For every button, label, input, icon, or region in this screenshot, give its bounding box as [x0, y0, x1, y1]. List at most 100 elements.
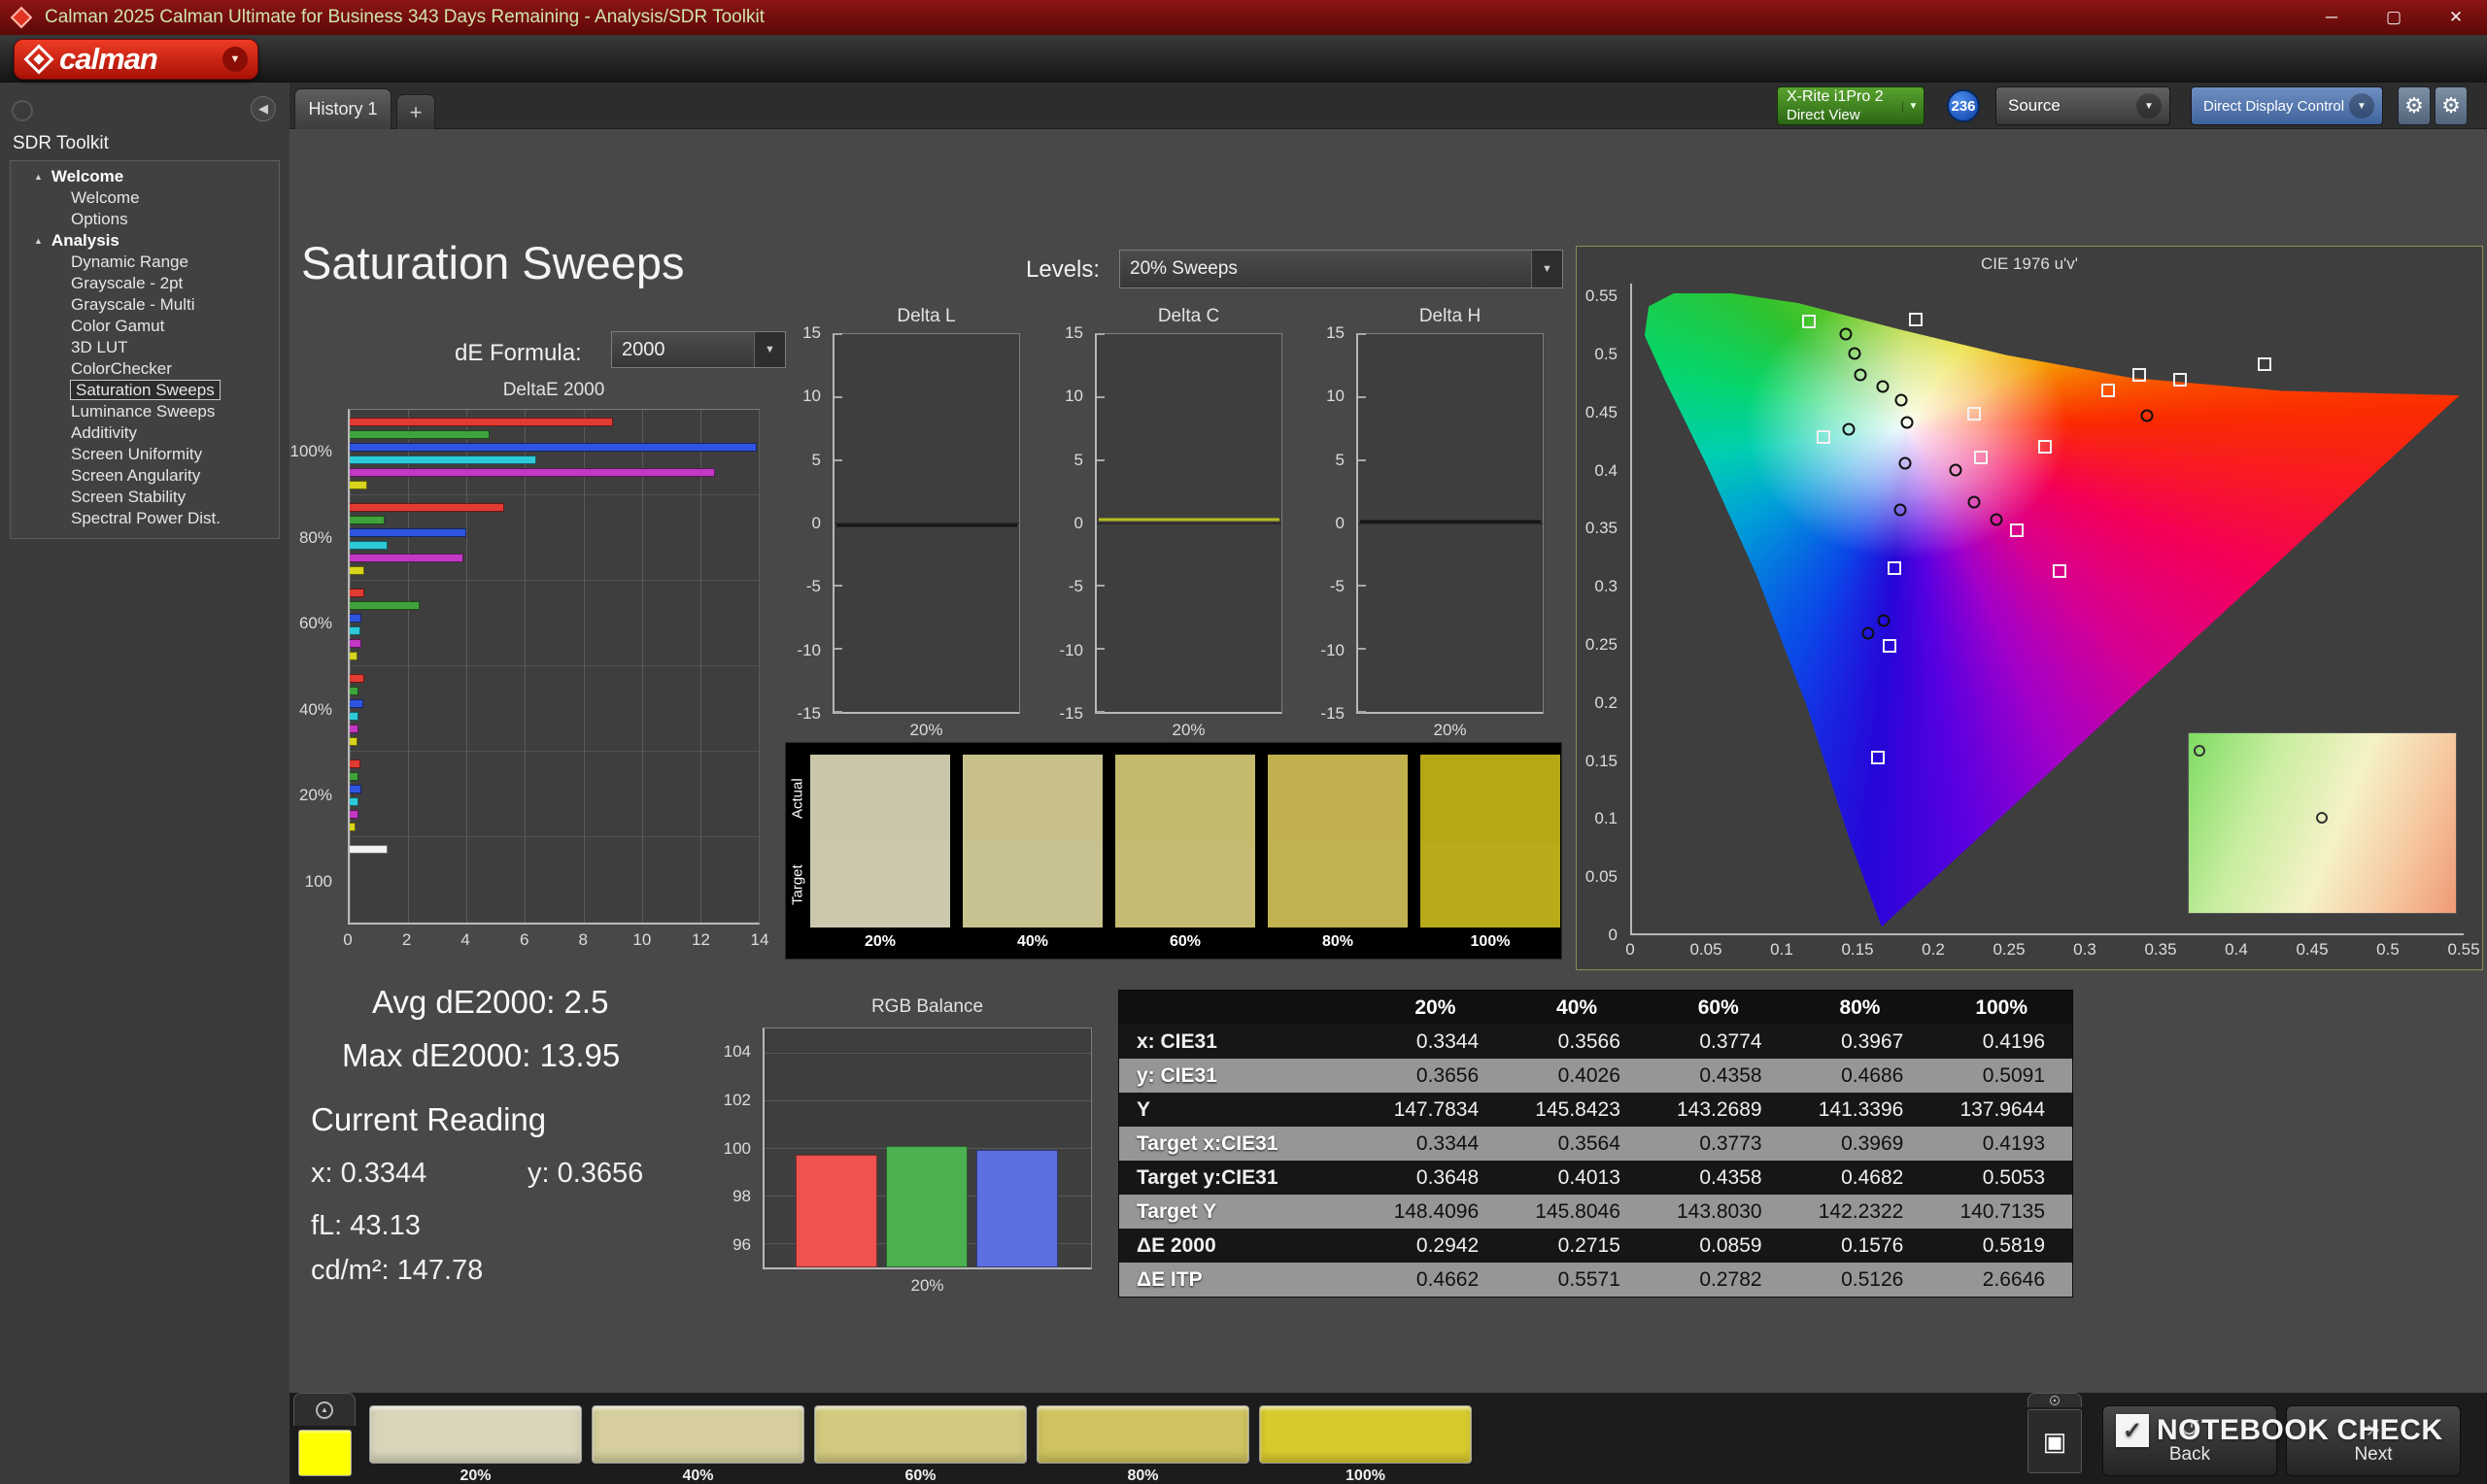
- axis-tick: -5: [1330, 577, 1345, 596]
- add-tab-button[interactable]: +: [396, 94, 435, 129]
- rgb-ylabels: 1041021009896: [704, 1028, 759, 1269]
- nav-popout-button[interactable]: ▲: [2027, 1393, 2082, 1407]
- sidebar-item-grayscale-2pt[interactable]: Grayscale - 2pt: [11, 273, 279, 294]
- cie-title: CIE 1976 u'v': [1577, 254, 2482, 274]
- row-label: ΔE ITP: [1119, 1263, 1364, 1297]
- column-header: 80%: [1789, 991, 1931, 1025]
- de-formula-dropdown[interactable]: 2000 ▼: [611, 331, 786, 368]
- sidebar-item-dynamic-range[interactable]: Dynamic Range: [11, 252, 279, 273]
- cie-measured-point: [1854, 369, 1866, 382]
- axis-tick: 0.25: [1993, 940, 2025, 960]
- sidebar-item-welcome[interactable]: ▲Welcome: [11, 166, 279, 187]
- actual-swatch: [1420, 755, 1560, 842]
- bar-green: [886, 1146, 968, 1267]
- column-header: 60%: [1648, 991, 1789, 1025]
- sidebar-item-welcome[interactable]: Welcome: [11, 187, 279, 209]
- chevron-down-icon: ▼: [222, 47, 248, 72]
- actual-swatch: [1115, 755, 1255, 842]
- sidebar-item-spectral-power-dist[interactable]: Spectral Power Dist.: [11, 508, 279, 529]
- sidebar-item-screen-stability[interactable]: Screen Stability: [11, 487, 279, 508]
- sidebar-item-label: Analysis: [51, 231, 119, 250]
- data-line: [836, 524, 1017, 527]
- display-control-dropdown[interactable]: Direct Display Control ▼: [2191, 86, 2383, 125]
- levels-label: Levels:: [1026, 256, 1100, 284]
- table-cell: 145.8046: [1506, 1195, 1648, 1229]
- measurement-count-badge: 236: [1947, 89, 1980, 122]
- sweep-button-20%[interactable]: [369, 1405, 582, 1464]
- source-dropdown[interactable]: Source ▼: [1995, 86, 2170, 125]
- sidebar-item-options[interactable]: Options: [11, 209, 279, 230]
- axis-tick: 8: [579, 930, 588, 950]
- sidebar-pin-icon[interactable]: [12, 100, 33, 121]
- tab-history-1[interactable]: History 1: [294, 88, 392, 129]
- settings-gear-icon[interactable]: ⚙: [2398, 86, 2431, 125]
- table-row: Target x:CIE310.33440.35640.37730.39690.…: [1119, 1127, 2072, 1161]
- app-icon: [10, 6, 33, 29]
- axis-tick: 0: [343, 930, 352, 950]
- axis-tick: 80%: [299, 528, 332, 548]
- sweep-button-60%[interactable]: [814, 1405, 1027, 1464]
- axis-tick: 100: [305, 872, 332, 892]
- levels-value: 20% Sweeps: [1120, 258, 1238, 280]
- axis-tick: 2: [402, 930, 411, 950]
- sidebar-item-grayscale-multi[interactable]: Grayscale - Multi: [11, 294, 279, 316]
- sidebar-item-screen-angularity[interactable]: Screen Angularity: [11, 465, 279, 487]
- sweep-button-100%[interactable]: [1259, 1405, 1472, 1464]
- sidebar-item-additivity[interactable]: Additivity: [11, 422, 279, 444]
- table-row: x: CIE310.33440.35660.37740.39670.4196: [1119, 1025, 2072, 1059]
- table-cell: 0.4358: [1648, 1161, 1789, 1195]
- table-cell: 0.5053: [1930, 1161, 2072, 1195]
- next-button[interactable]: » Next: [2286, 1405, 2461, 1476]
- sidebar-item-analysis[interactable]: ▲Analysis: [11, 230, 279, 252]
- sidebar-item-label: Screen Stability: [71, 488, 186, 506]
- source-label: Source: [2008, 96, 2061, 116]
- bar-cyan: [350, 626, 360, 635]
- pattern-window-button[interactable]: ▣: [2027, 1409, 2082, 1473]
- back-button[interactable]: ↺ Back: [2102, 1405, 2277, 1476]
- cie-target-point: [1883, 639, 1896, 653]
- sidebar-item-color-gamut[interactable]: Color Gamut: [11, 316, 279, 337]
- axis-tick: 0.4: [1594, 461, 1618, 481]
- close-icon[interactable]: ✕: [2425, 0, 2487, 35]
- sidebar-item-label: Grayscale - Multi: [71, 295, 195, 314]
- axis-tick: 0.25: [1585, 635, 1618, 655]
- axis-tick: 5: [1074, 451, 1083, 470]
- levels-dropdown[interactable]: 20% Sweeps ▼: [1119, 250, 1563, 288]
- meter-device-button[interactable]: X-Rite i1Pro 2 Direct View ▼: [1777, 86, 1925, 125]
- deltae-plot: [348, 409, 760, 925]
- tick-mark: [835, 711, 842, 713]
- sidebar-collapse-button[interactable]: ◀: [251, 96, 276, 121]
- bar-magenta: [350, 810, 358, 819]
- minimize-icon[interactable]: ─: [2300, 0, 2363, 35]
- table-cell: 0.2782: [1648, 1263, 1789, 1297]
- table-cell: 0.1576: [1789, 1229, 1931, 1263]
- sidebar-tree: ▲WelcomeWelcomeOptions▲AnalysisDynamic R…: [10, 160, 280, 539]
- axis-tick: 0.2: [1922, 940, 1945, 960]
- calman-menu-button[interactable]: calman ▼: [14, 39, 258, 80]
- swatch-column: 20%: [810, 743, 950, 959]
- delta-c-title: Delta C: [1095, 306, 1282, 327]
- sweep-button-40%[interactable]: [592, 1405, 804, 1464]
- sidebar-item-screen-uniformity[interactable]: Screen Uniformity: [11, 444, 279, 465]
- next-arrow-icon: »: [2367, 1417, 2380, 1441]
- cie-target-point: [2053, 564, 2066, 578]
- axis-tick: -15: [797, 704, 821, 724]
- column-header: 100%: [1930, 991, 2072, 1025]
- sidebar-item-3d-lut[interactable]: 3D LUT: [11, 337, 279, 358]
- axis-tick: 20%: [299, 786, 332, 805]
- sidebar-item-colorchecker[interactable]: ColorChecker: [11, 358, 279, 380]
- bar-group: [350, 410, 759, 495]
- workflow-gear-icon[interactable]: ⚙: [2435, 86, 2468, 125]
- table-cell: 140.7135: [1930, 1195, 2072, 1229]
- chevron-down-icon: ▼: [2136, 93, 2162, 118]
- bar-group: [350, 666, 759, 752]
- sweep-button-80%[interactable]: [1037, 1405, 1249, 1464]
- sidebar-item-label: Dynamic Range: [71, 253, 188, 271]
- sidebar-item-luminance-sweeps[interactable]: Luminance Sweeps: [11, 401, 279, 422]
- maximize-icon[interactable]: ▢: [2363, 0, 2425, 35]
- bar-yellow: [350, 737, 358, 746]
- data-line: [1099, 518, 1279, 521]
- cie-measured-point: [1843, 422, 1856, 435]
- sidebar-item-saturation-sweeps[interactable]: Saturation Sweeps: [11, 380, 279, 401]
- swatch-strip-columns: 20%40%60%80%100%: [786, 743, 1561, 959]
